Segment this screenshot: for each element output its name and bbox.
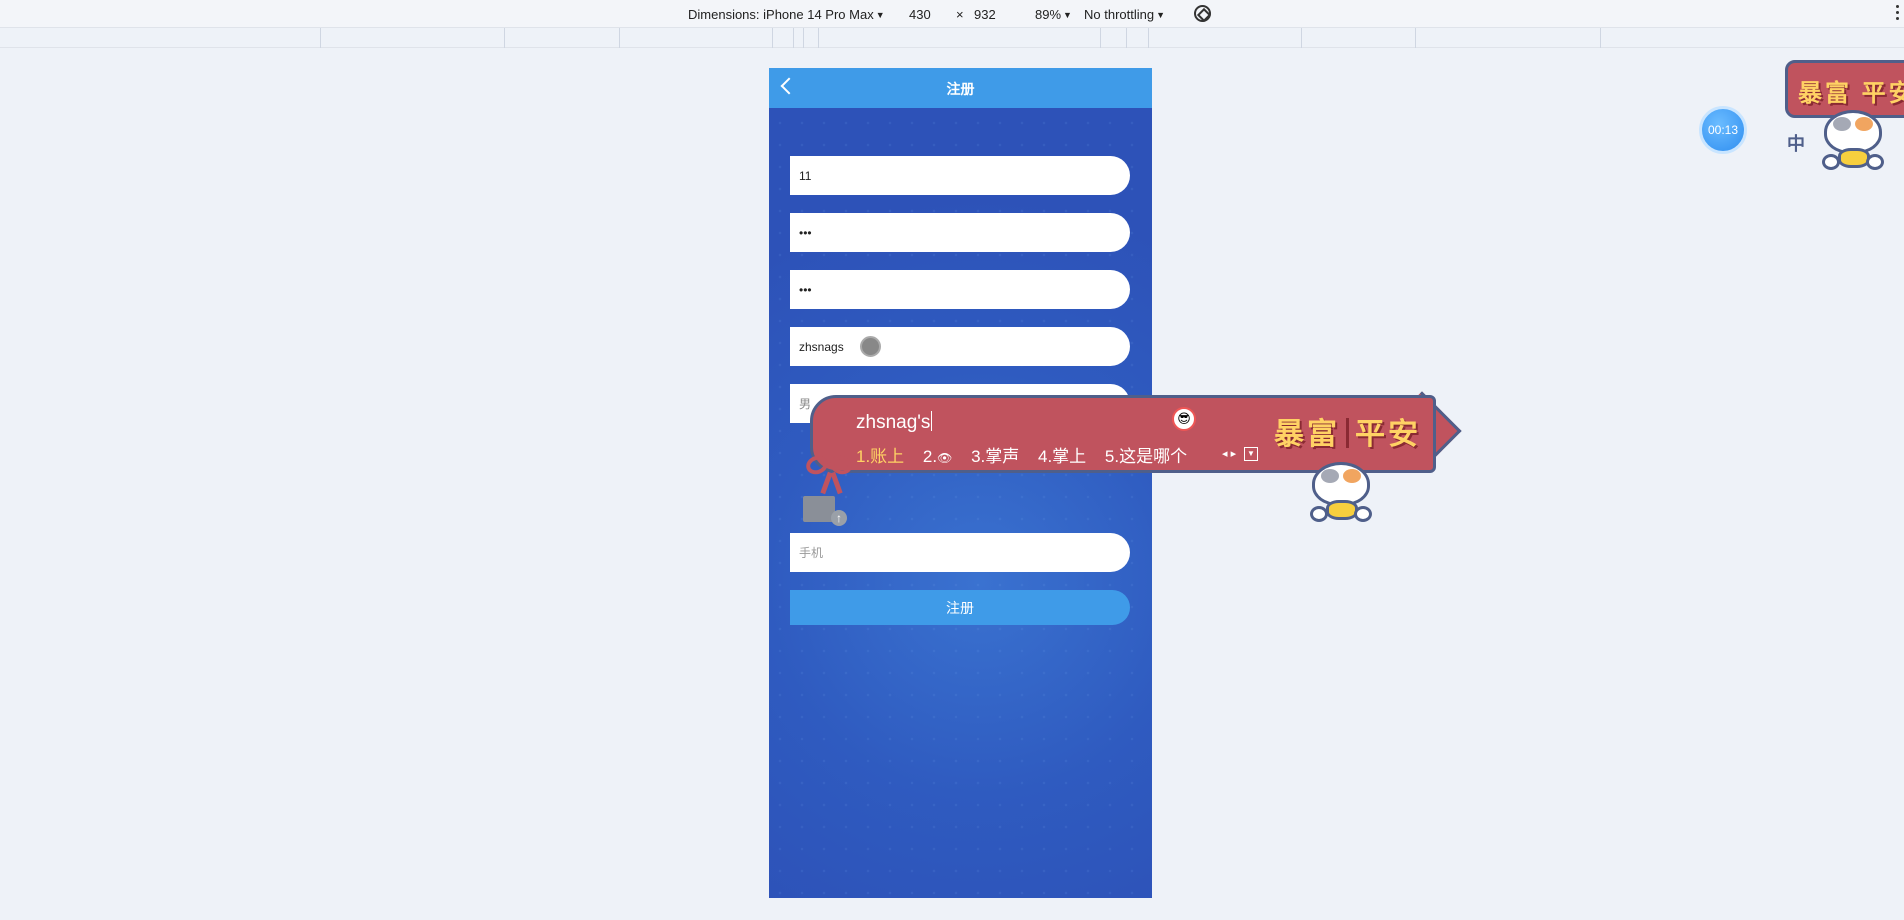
candidate-1[interactable]: 1.账上 — [856, 442, 904, 467]
candidate-4[interactable]: 4.掌上 — [1038, 442, 1086, 467]
nickname-input[interactable] — [790, 327, 1130, 366]
ribbon-bow-icon — [803, 452, 856, 496]
candidate-5[interactable]: 5.这是哪个 — [1105, 442, 1187, 467]
zoom-label: 89% — [1035, 7, 1062, 22]
ime-mode-icon[interactable]: 中 — [1787, 130, 1807, 154]
candidate-3[interactable]: 3.掌声 — [971, 442, 1019, 467]
recording-timer[interactable]: 00:13 — [1699, 106, 1747, 154]
ime-composition-text: zhsnag's — [856, 411, 933, 434]
candidate-2[interactable]: 2.👁 — [923, 447, 952, 467]
expand-candidates-icon[interactable]: ▼ — [1244, 447, 1258, 461]
throttling-select[interactable]: No throttling ▼ — [1084, 7, 1165, 22]
width-input[interactable]: 430 — [909, 7, 931, 22]
zoom-select[interactable]: 89% ▼ — [1035, 7, 1072, 22]
eye-icon: 👁 — [937, 451, 953, 465]
page-title: 注册 — [946, 81, 975, 97]
device-select[interactable]: Dimensions: iPhone 14 Pro Max ▼ — [688, 7, 885, 22]
nickname-field[interactable] — [790, 327, 1130, 366]
throttling-label: No throttling — [1084, 7, 1155, 22]
nav-bar: 注册 — [769, 68, 1152, 108]
more-options-icon[interactable] — [1896, 5, 1900, 21]
caret-down-icon: ▼ — [1156, 10, 1166, 20]
phone-input[interactable] — [790, 533, 1130, 572]
ime-skin-banner: 暴富 平安 — [1274, 409, 1421, 453]
media-query-ruler — [0, 28, 1904, 48]
device-label: Dimensions: iPhone 14 Pro Max — [688, 7, 874, 22]
caret-down-icon: ▼ — [1063, 10, 1072, 20]
upload-arrow-icon: ↑ — [831, 510, 847, 526]
cat-mascot-icon — [1306, 462, 1376, 528]
banner-left-text: 暴富 — [1274, 418, 1340, 451]
rotate-icon[interactable] — [1194, 5, 1211, 22]
cat-mascot-icon — [1818, 110, 1888, 176]
register-button[interactable]: 注册 — [790, 590, 1130, 625]
height-input[interactable]: 932 — [974, 7, 996, 22]
times-sign: × — [956, 7, 964, 22]
devtools-device-toolbar: Dimensions: iPhone 14 Pro Max ▼ 430 × 932… — [0, 0, 1904, 28]
confirm-password-field[interactable] — [790, 270, 1130, 309]
confirm-password-input[interactable] — [790, 270, 1130, 309]
caret-down-icon: ▼ — [875, 10, 885, 20]
candidate-page-arrows-icon[interactable]: ◂ ▸ — [1222, 447, 1236, 460]
password-field[interactable] — [790, 213, 1130, 252]
candidate-2-label: 2. — [922, 447, 938, 466]
banner-right-text: 平安 — [1355, 418, 1421, 451]
composition-string: zhsnag's — [856, 412, 931, 433]
text-caret — [931, 411, 933, 431]
password-input[interactable] — [790, 213, 1130, 252]
touch-cursor-indicator — [860, 336, 881, 357]
phone-field[interactable] — [790, 533, 1130, 572]
username-input[interactable] — [790, 156, 1130, 195]
username-field[interactable] — [790, 156, 1130, 195]
ime-candidate-list: 1.账上 2.👁 3.掌声 4.掌上 5.这是哪个 — [856, 442, 1201, 467]
sticker-text: 暴富 平安 — [1798, 80, 1904, 107]
emoji-face-icon[interactable]: 😎 — [1172, 407, 1196, 431]
